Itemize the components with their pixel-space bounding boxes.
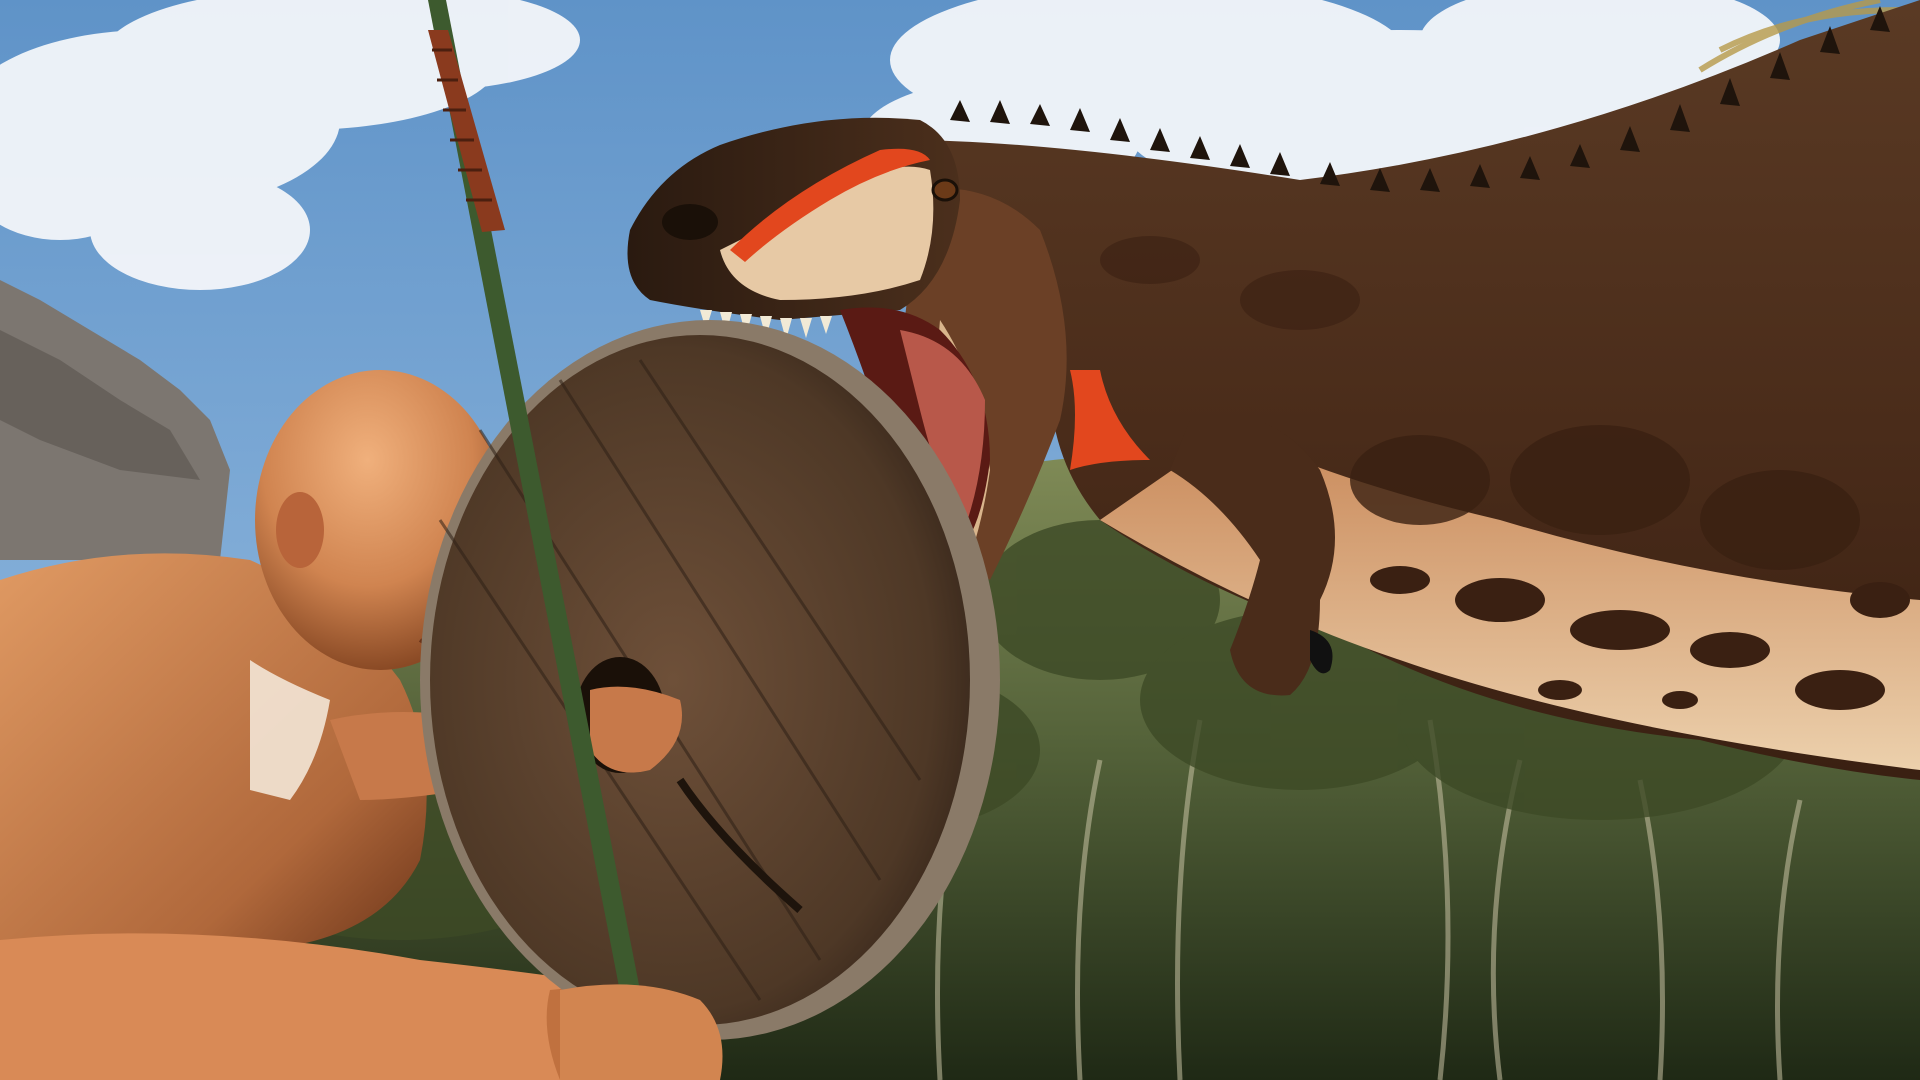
wooden-shield — [420, 320, 1000, 1040]
game-scene — [0, 0, 1920, 1080]
shield-face — [430, 335, 970, 1025]
player-ear — [276, 492, 324, 568]
dinosaur-eye — [931, 178, 959, 202]
dinosaur-nostril — [662, 204, 718, 240]
game-viewport — [0, 0, 1920, 1080]
